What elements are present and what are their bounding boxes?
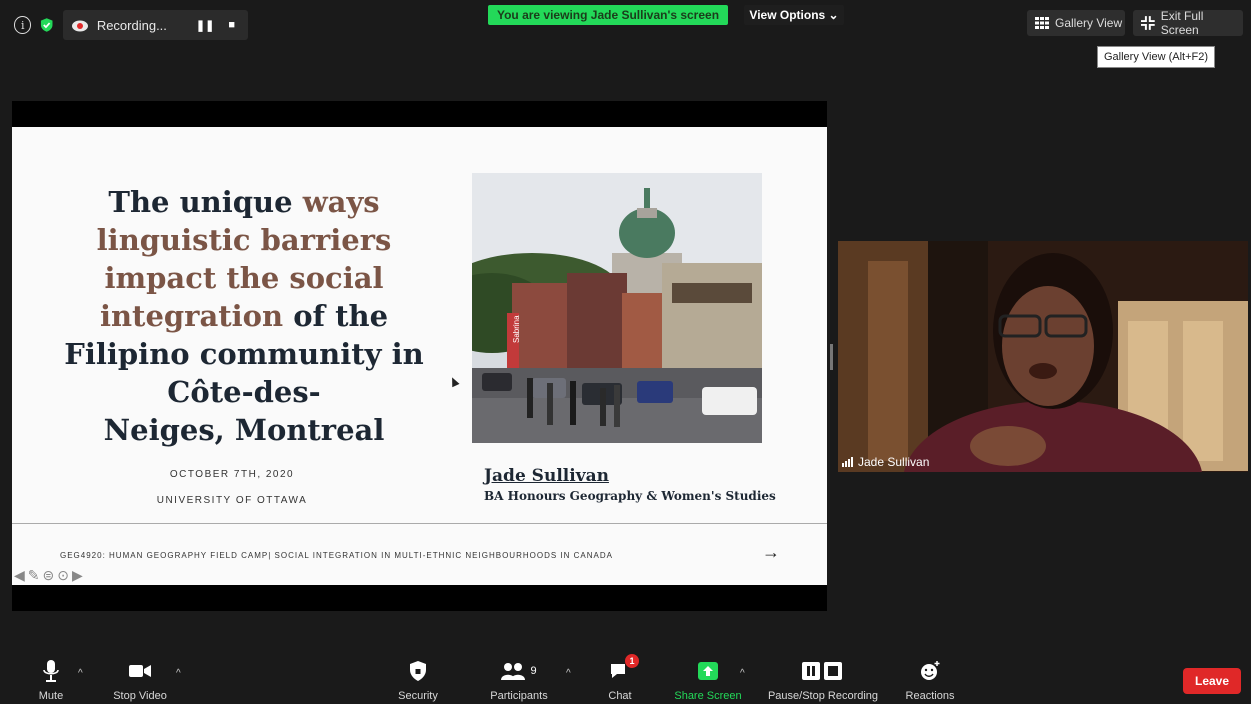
leave-button[interactable]: Leave: [1183, 668, 1241, 694]
next-slide-icon[interactable]: ▶: [72, 567, 83, 584]
presentation-slide: The unique ways linguistic barriers impa…: [12, 127, 827, 585]
stop-video-button[interactable]: Stop Video: [108, 650, 172, 704]
mute-label: Mute: [38, 690, 64, 702]
stop-recording-icon[interactable]: ■: [225, 19, 238, 31]
previous-slide-icon[interactable]: ◀: [14, 567, 25, 584]
title-part: que: [232, 185, 293, 219]
signal-strength-icon: [842, 457, 853, 467]
chat-label: Chat: [608, 690, 632, 702]
exit-fullscreen-icon: [1141, 16, 1155, 30]
info-icon[interactable]: i: [14, 16, 32, 34]
mouse-cursor: [448, 375, 460, 388]
panel-resize-handle[interactable]: [830, 344, 833, 370]
video-options-chevron-icon[interactable]: ^: [176, 668, 181, 679]
participant-name-tag: Jade Sullivan: [842, 455, 929, 469]
encryption-shield-icon[interactable]: [39, 17, 54, 33]
participants-button[interactable]: 9 Participants: [484, 650, 554, 704]
participants-count: 9: [530, 665, 537, 677]
recording-cluster: i Recording... ❚❚ ■: [8, 10, 248, 40]
audio-options-chevron-icon[interactable]: ^: [78, 668, 83, 679]
title-part: of the: [283, 299, 389, 333]
share-screen-button[interactable]: Share Screen: [670, 650, 746, 704]
pause-stop-icons: [802, 662, 842, 680]
recording-label: Recording...: [96, 17, 167, 33]
slides-overview-icon[interactable]: ⊜: [43, 567, 55, 584]
exit-full-screen-button[interactable]: Exit Full Screen: [1133, 9, 1243, 37]
gallery-view-label: Gallery View: [1055, 16, 1123, 30]
slide-university: UNIVERSITY OF OTTAWA: [156, 495, 308, 506]
participants-options-chevron-icon[interactable]: ^: [566, 668, 571, 679]
share-options-chevron-icon[interactable]: ^: [740, 668, 745, 679]
reactions-button[interactable]: Reactions: [898, 650, 962, 704]
microphone-icon: [43, 660, 59, 682]
title-part: linguistic barriers: [96, 223, 392, 257]
more-options-icon[interactable]: ⊙: [57, 567, 69, 584]
security-button[interactable]: Security: [392, 650, 444, 704]
slide-divider: [12, 523, 827, 524]
participant-name: Jade Sullivan: [858, 455, 930, 469]
author-degree: BA Honours Geography & Women's Studies: [484, 489, 776, 503]
reactions-smiley-icon: [921, 661, 940, 680]
author-name: Jade Sullivan: [484, 466, 609, 486]
pause-stop-recording-button[interactable]: Pause/Stop Recording: [760, 650, 886, 704]
recording-cloud-icon: [71, 20, 88, 32]
gallery-view-tooltip: Gallery View (Alt+F2): [1097, 46, 1215, 68]
share-screen-label: Share Screen: [674, 690, 742, 702]
title-part: Côte-des-: [167, 375, 321, 409]
exit-full-screen-label: Exit Full Screen: [1160, 9, 1204, 37]
chat-button[interactable]: 1 Chat: [600, 650, 640, 704]
grid-icon: [1035, 17, 1049, 29]
gallery-view-button[interactable]: Gallery View: [1027, 10, 1125, 36]
participants-label: Participants: [490, 690, 548, 702]
participant-video[interactable]: Jade Sullivan: [838, 241, 1248, 472]
pause-recording-icon[interactable]: ❚❚: [193, 19, 217, 32]
title-part: Filipino community in: [64, 337, 424, 371]
share-screen-icon: [698, 662, 718, 680]
pause-stop-recording-label: Pause/Stop Recording: [767, 690, 879, 702]
video-camera-icon: [129, 665, 151, 677]
view-options-button[interactable]: View Options ⌄: [744, 5, 844, 25]
pen-icon[interactable]: ✎: [28, 567, 40, 584]
shared-screen: The unique ways linguistic barriers impa…: [12, 101, 827, 611]
mute-button[interactable]: Mute: [30, 650, 72, 704]
slide-nav-tools: ◀ ✎ ⊜ ⊙ ▶: [14, 567, 83, 584]
recording-indicator: Recording... ❚❚ ■: [62, 10, 248, 40]
course-footer: GEG4920: HUMAN GEOGRAPHY FIELD CAMP| SOC…: [60, 551, 613, 560]
storefront-sign: Sabrina: [512, 315, 521, 343]
participant-video-frame: [838, 241, 1248, 472]
reactions-label: Reactions: [905, 690, 955, 702]
viewing-screen-banner: You are viewing Jade Sullivan's screen: [488, 5, 728, 25]
street-photo: Sabrina: [472, 173, 762, 443]
title-part: The uni: [108, 185, 233, 219]
title-part: integration: [99, 299, 284, 333]
title-part: impact the social: [104, 261, 384, 295]
next-arrow: →: [762, 542, 780, 562]
security-label: Security: [398, 690, 438, 702]
security-shield-icon: [410, 661, 426, 681]
slide-date: OCTOBER 7TH, 2020: [169, 469, 295, 480]
title-part: Neiges, Montreal: [103, 413, 385, 447]
meeting-toolbar: Mute ^ Stop Video ^ Security 9 Participa…: [0, 650, 1251, 704]
slide-title: The unique ways linguistic barriers impa…: [54, 183, 434, 449]
title-part: ways: [292, 185, 380, 219]
stop-video-label: Stop Video: [113, 690, 167, 702]
participants-icon: [501, 663, 526, 680]
chat-badge: 1: [625, 654, 639, 668]
